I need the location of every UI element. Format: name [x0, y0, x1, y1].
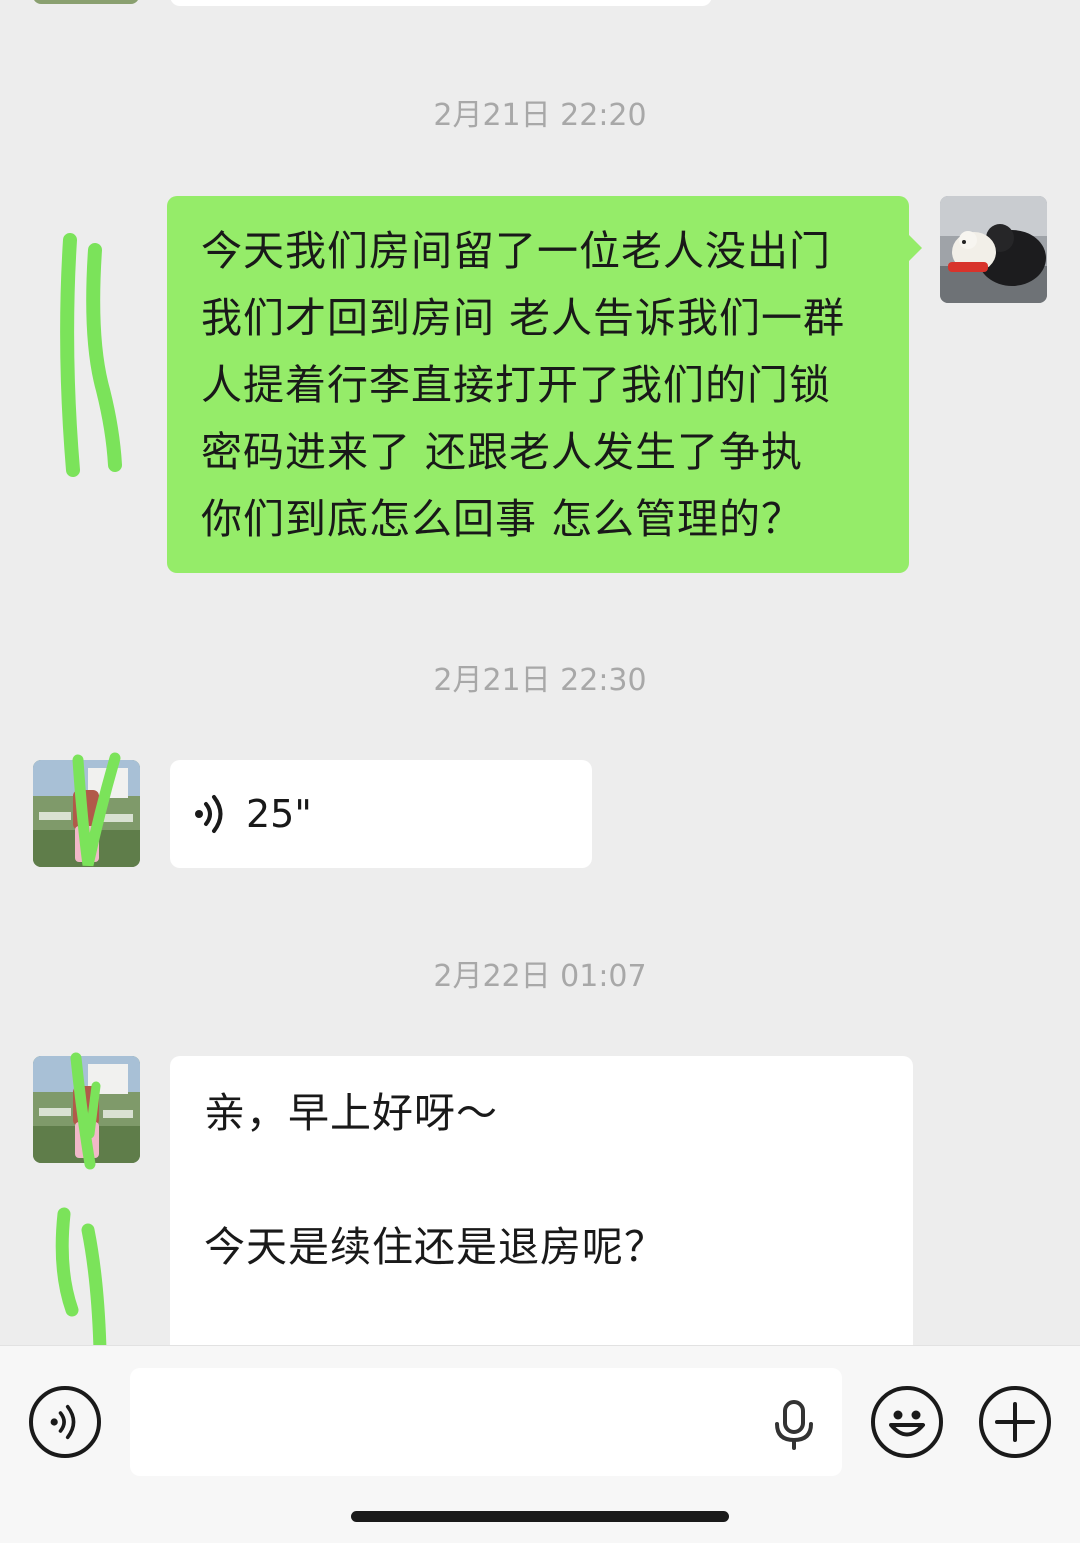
input-bar	[0, 1345, 1080, 1543]
chat-area[interactable]: 2月21日 22:20 今天我们房间留了一位老人没出门 我们才回到房间 老人告诉…	[0, 0, 1080, 1345]
redaction-scribble	[60, 233, 122, 477]
sent-message-bubble[interactable]: 今天我们房间留了一位老人没出门 我们才回到房间 老人告诉我们一群 人提着行李直接…	[167, 196, 909, 573]
voice-wave-icon	[195, 795, 223, 833]
avatar-cropped[interactable]	[33, 0, 139, 4]
voice-duration: 25"	[246, 792, 312, 836]
message-input[interactable]	[130, 1368, 842, 1476]
emoji-button[interactable]	[871, 1386, 943, 1458]
message-text: 今天我们房间留了一位老人没出门 我们才回到房间 老人告诉我们一群 人提着行李直接…	[201, 227, 846, 543]
more-button[interactable]	[979, 1386, 1051, 1458]
voice-mode-icon	[50, 1404, 76, 1440]
message-bubble-cropped[interactable]	[170, 0, 712, 6]
plus-icon	[995, 1402, 1035, 1442]
emoji-icon	[889, 1410, 925, 1437]
redaction-scribble	[55, 1207, 107, 1345]
bubble-tail	[908, 234, 922, 262]
voice-mode-button[interactable]	[29, 1386, 101, 1458]
received-message-bubble[interactable]: 亲，早上好呀～ 今天是续住还是退房呢？	[170, 1056, 913, 1345]
hotel-avatar-icon[interactable]	[33, 760, 140, 867]
voice-message-bubble[interactable]: 25"	[170, 760, 592, 868]
hotel-avatar-icon[interactable]	[33, 1056, 140, 1163]
message-text: 亲，早上好呀～ 今天是续住还是退房呢？	[204, 1089, 666, 1271]
timestamp: 2月21日 22:30	[433, 663, 647, 698]
home-indicator[interactable]	[351, 1511, 729, 1522]
timestamp: 2月22日 01:07	[433, 959, 647, 994]
timestamp: 2月21日 22:20	[433, 98, 647, 133]
microphone-icon[interactable]	[772, 1400, 816, 1450]
dog-avatar-icon[interactable]	[940, 196, 1047, 303]
